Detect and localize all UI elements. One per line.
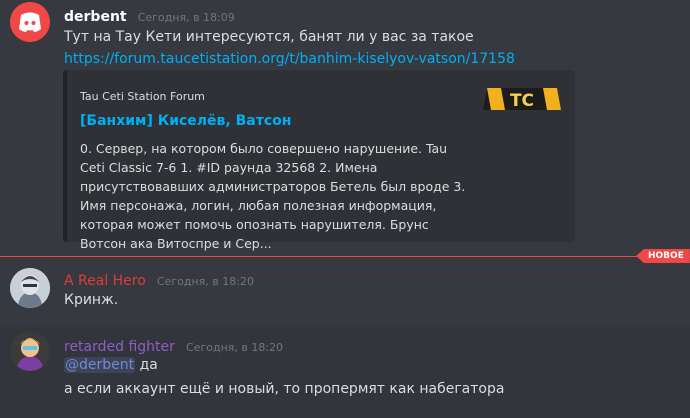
message-link[interactable]: https://forum.taucetistation.org/t/banhi… [64, 51, 515, 67]
message-text: Кринж. [64, 292, 119, 308]
embed-description: 0. Сервер, на котором было совершено нар… [80, 141, 466, 251]
message-text: @derbent да [64, 357, 158, 373]
avatar-a-real-hero[interactable] [10, 268, 50, 308]
embed-thumbnail[interactable]: TC [483, 86, 561, 112]
embed-provider[interactable]: Tau Ceti Station Forum [80, 90, 205, 103]
timestamp: Сегодня, в 18:09 [137, 11, 235, 24]
author-name[interactable]: A Real Hero [64, 273, 146, 289]
timestamp: Сегодня, в 18:20 [186, 341, 284, 354]
message-derbent: derbent Сегодня, в 18:09 Тут на Тау Кети… [0, 0, 690, 251]
author-name[interactable]: retarded fighter [64, 339, 175, 355]
discord-logo-icon [10, 2, 50, 42]
link-embed: Tau Ceti Station Forum [Банхим] Киселёв,… [63, 70, 575, 251]
message-retarded-fighter: retarded fighter Сегодня, в 18:20 @derbe… [0, 327, 690, 418]
timestamp: Сегодня, в 18:20 [156, 275, 254, 288]
message-text-line2: а если аккаунт ещё и новый, то пропермят… [64, 381, 505, 397]
embed-title[interactable]: [Банхим] Киселёв, Ватсон [80, 113, 291, 129]
user-mention[interactable]: @derbent [64, 357, 136, 373]
user-avatar-icon [10, 268, 50, 308]
avatar-retarded-fighter[interactable] [10, 331, 50, 371]
tau-ceti-logo-icon: TC [483, 88, 561, 111]
user-avatar-icon [10, 331, 50, 371]
message-text: Тут на Тау Кети интересуются, банят ли у… [64, 29, 474, 45]
avatar-derbent[interactable] [10, 2, 50, 42]
svg-text:TC: TC [510, 91, 534, 111]
author-name[interactable]: derbent [64, 9, 127, 25]
new-messages-badge: НОВОЕ [636, 249, 690, 263]
message-a-real-hero: A Real Hero Сегодня, в 18:20 Кринж. [0, 262, 690, 322]
message-text-tail: да [135, 357, 158, 373]
new-messages-divider [0, 256, 690, 257]
